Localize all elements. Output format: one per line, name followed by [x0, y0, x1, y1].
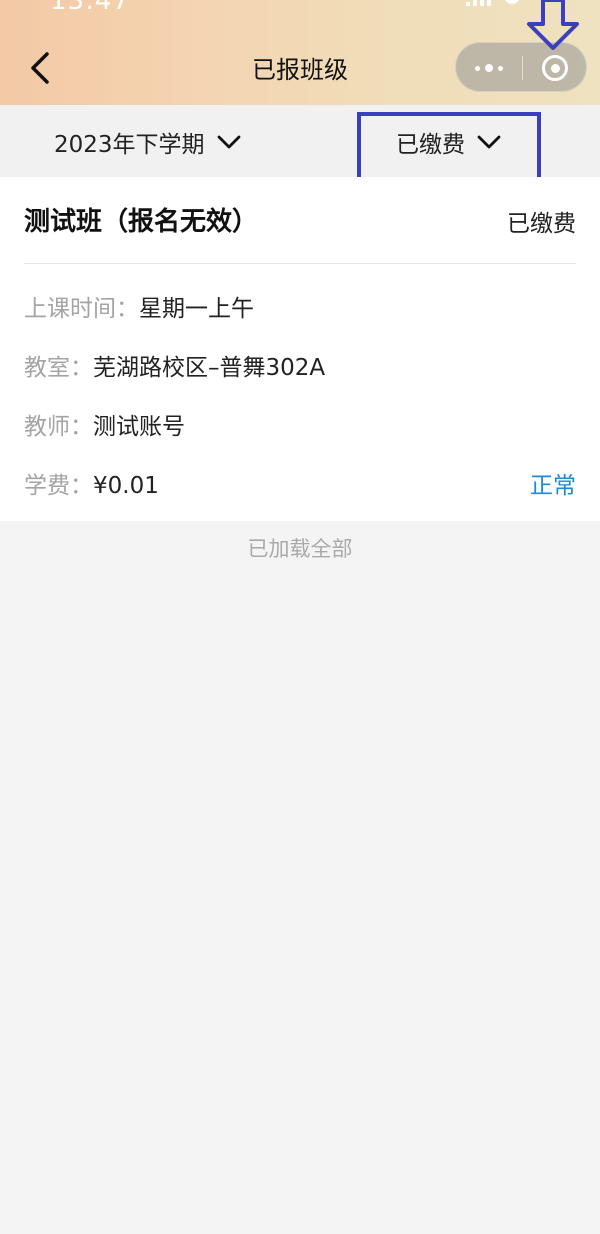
teacher-row: 教师：测试账号	[24, 407, 185, 441]
wifi-icon	[504, 0, 520, 4]
term-filter-label: 2023年下学期	[54, 132, 205, 158]
close-ring-icon	[542, 55, 568, 81]
tuition-value: ¥0.01	[93, 473, 159, 499]
teacher-value: 测试账号	[93, 414, 185, 440]
class-time-value: 星期一上午	[139, 296, 254, 322]
annotation-arrow-icon	[527, 0, 579, 50]
more-button[interactable]	[456, 43, 522, 93]
signal-icon	[466, 0, 494, 6]
teacher-label: 教师：	[24, 414, 93, 440]
tuition-row: 学费：¥0.01	[24, 466, 159, 500]
class-time-row: 上课时间：星期一上午	[24, 289, 254, 323]
top-header: 13:47 已报班级	[0, 0, 600, 105]
class-state-badge: 正常	[530, 473, 576, 499]
annotation-highlight-box	[357, 112, 541, 184]
tuition-label: 学费：	[24, 473, 93, 499]
class-time-label: 上课时间：	[24, 296, 139, 322]
chevron-down-icon	[217, 135, 240, 149]
classroom-label: 教室：	[24, 355, 93, 381]
term-filter-dropdown[interactable]: 2023年下学期	[54, 122, 241, 162]
list-end-text: 已加载全部	[247, 537, 353, 561]
class-name: 测试班（报名无效）	[24, 207, 259, 237]
classroom-row: 教室：芜湖路校区–普舞302A	[24, 348, 325, 382]
class-card[interactable]: 测试班（报名无效） 已缴费 上课时间：星期一上午 教室：芜湖路校区–普舞302A…	[0, 177, 600, 521]
status-time: 13:47	[50, 0, 130, 16]
card-divider	[24, 263, 576, 264]
classroom-value: 芜湖路校区–普舞302A	[93, 355, 326, 381]
class-payment-status: 已缴费	[507, 211, 576, 237]
more-dots-icon	[475, 65, 480, 71]
